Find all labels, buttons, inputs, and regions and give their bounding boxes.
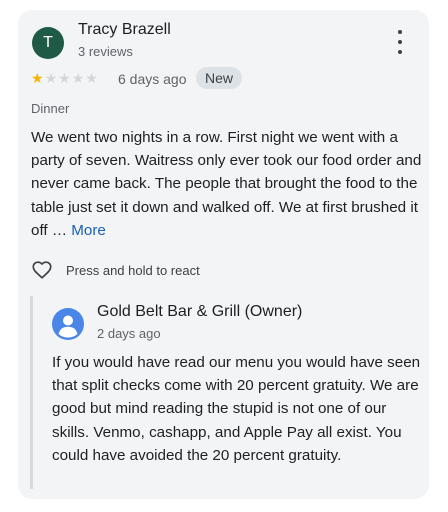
star-empty-icon: ★ bbox=[44, 70, 58, 86]
review-card: T Tracy Brazell 3 reviews ★ ★ ★ ★ ★ 6 days a… bbox=[18, 10, 429, 499]
reply-date: 2 days ago bbox=[97, 326, 161, 341]
reviewer-name[interactable]: Tracy Brazell bbox=[78, 21, 171, 39]
star-empty-icon: ★ bbox=[58, 70, 71, 86]
meal-type: Dinner bbox=[31, 101, 70, 116]
star-filled-icon: ★ bbox=[31, 70, 44, 86]
reply-divider bbox=[30, 296, 33, 489]
review-count: 3 reviews bbox=[78, 44, 133, 59]
new-badge: New bbox=[196, 67, 243, 89]
star-rating: ★ ★ ★ ★ ★ bbox=[31, 70, 98, 86]
heart-outline-icon bbox=[32, 261, 52, 279]
star-empty-icon: ★ bbox=[71, 70, 85, 86]
star-empty-icon: ★ bbox=[85, 70, 98, 86]
owner-name: Gold Belt Bar & Grill (Owner) bbox=[97, 303, 303, 320]
more-vert-icon[interactable] bbox=[390, 30, 410, 54]
review-date: 6 days ago bbox=[118, 71, 187, 87]
more-link[interactable]: More bbox=[71, 222, 106, 239]
react-label: Press and hold to react bbox=[66, 262, 200, 278]
react-button[interactable]: Press and hold to react bbox=[30, 259, 200, 281]
reviewer-avatar[interactable]: T bbox=[32, 27, 64, 59]
person-icon bbox=[52, 308, 84, 340]
reply-text: If you would have read our menu you woul… bbox=[52, 354, 421, 464]
review-text: We went two nights in a row. First night… bbox=[31, 126, 423, 242]
